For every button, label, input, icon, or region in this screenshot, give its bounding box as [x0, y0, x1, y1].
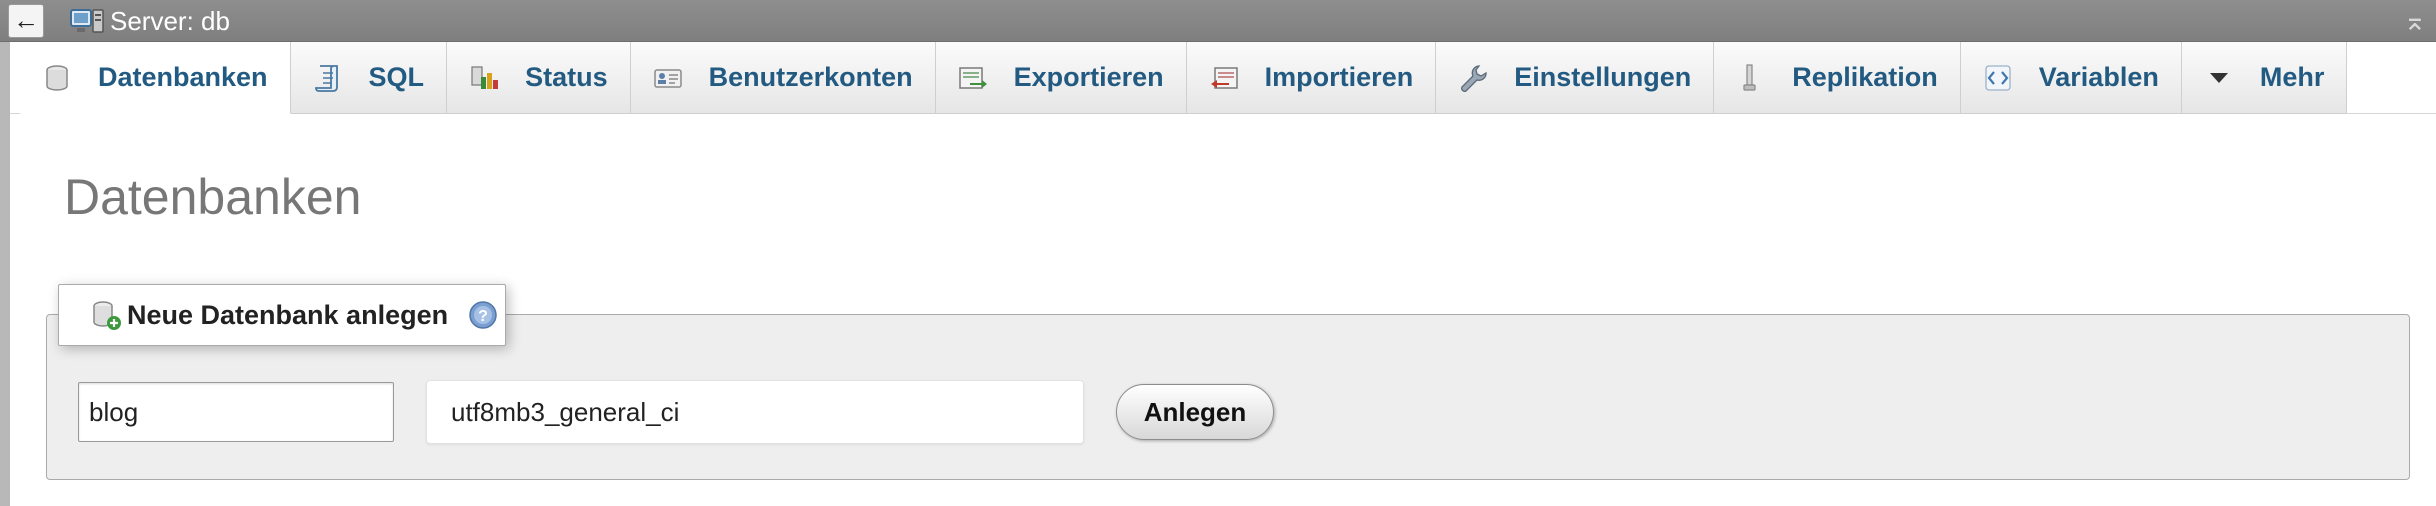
replication-icon: [1736, 63, 1766, 93]
main-tab-bar: Datenbanken SQL Status Benutzerkonten Ex…: [10, 42, 2436, 114]
legend-label: Neue Datenbank anlegen: [127, 299, 449, 330]
tab-mehr[interactable]: Mehr: [2181, 42, 2348, 114]
collation-selected-value: utf8mb3_general_ci: [451, 396, 680, 427]
tab-importieren[interactable]: Importieren: [1186, 42, 1437, 114]
create-database-button[interactable]: Anlegen: [1116, 384, 1274, 440]
triangle-down-icon: [2204, 63, 2234, 93]
server-title[interactable]: Server: db: [110, 6, 230, 36]
tab-label: Einstellungen: [1514, 62, 1692, 92]
database-icon: [42, 63, 72, 93]
server-monitor-icon: [70, 8, 104, 34]
tab-einstellungen[interactable]: Einstellungen: [1436, 42, 1715, 114]
svg-text:?: ?: [478, 308, 488, 325]
arrow-left-icon: ←: [13, 5, 39, 35]
tab-variablen[interactable]: Variablen: [1960, 42, 2182, 114]
wrench-icon: [1458, 63, 1488, 93]
collapse-up-icon[interactable]: ⌅: [2398, 6, 2432, 36]
server-bar: ← Server: db ⌅: [0, 0, 2436, 42]
user-accounts-icon: [653, 63, 683, 93]
tab-benutzerkonten[interactable]: Benutzerkonten: [630, 42, 936, 114]
tab-list: Datenbanken SQL Status Benutzerkonten Ex…: [20, 42, 2348, 114]
export-icon: [958, 63, 988, 93]
import-icon: [1209, 63, 1239, 93]
tab-label: Replikation: [1792, 62, 1938, 92]
database-add-icon: [89, 298, 123, 332]
variables-icon: [1983, 63, 2013, 93]
tab-label: Exportieren: [1013, 62, 1164, 92]
tab-label: Variablen: [2038, 62, 2159, 92]
tab-label: Status: [525, 62, 608, 92]
status-chart-icon: [469, 63, 499, 93]
tab-sql[interactable]: SQL: [290, 42, 448, 114]
tab-label: SQL: [368, 62, 425, 92]
collation-select[interactable]: utf8mb3_general_ci: [426, 380, 1084, 444]
sql-scroll-icon: [313, 63, 343, 93]
tab-label: Datenbanken: [98, 62, 268, 92]
left-edge-strip: [0, 0, 10, 506]
tab-label: Importieren: [1264, 62, 1414, 92]
create-database-legend: Neue Datenbank anlegen ?: [58, 284, 506, 346]
back-button[interactable]: ←: [8, 4, 44, 38]
page-title: Datenbanken: [64, 169, 362, 225]
tab-replikation[interactable]: Replikation: [1714, 42, 1961, 114]
tab-exportieren[interactable]: Exportieren: [935, 42, 1187, 114]
help-icon[interactable]: ?: [468, 300, 498, 330]
tab-label: Mehr: [2259, 62, 2325, 92]
database-name-input[interactable]: [78, 382, 394, 442]
tab-status[interactable]: Status: [447, 42, 631, 114]
tab-label: Benutzerkonten: [708, 62, 913, 92]
tab-datenbanken[interactable]: Datenbanken: [20, 42, 291, 114]
